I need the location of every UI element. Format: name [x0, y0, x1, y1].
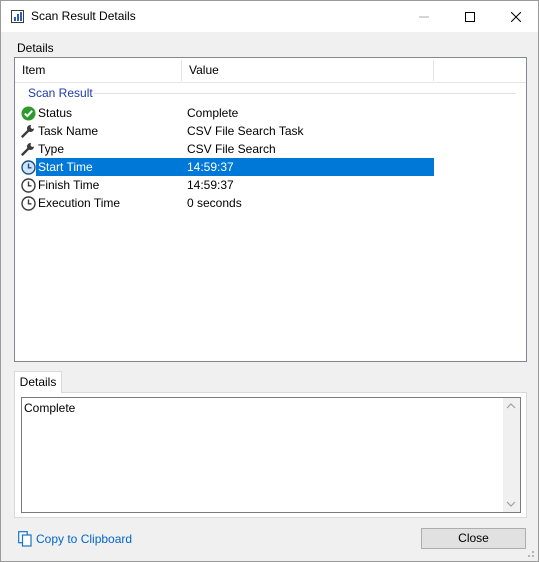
details-tab-panel: Complete	[14, 392, 527, 518]
vertical-scrollbar[interactable]	[503, 398, 520, 512]
app-chart-icon	[11, 10, 24, 23]
check-circle-icon	[20, 105, 36, 121]
table-row[interactable]: Type CSV File Search	[15, 140, 526, 158]
minimize-button[interactable]	[401, 1, 447, 32]
table-row-selected[interactable]: Start Time 14:59:37	[15, 158, 526, 176]
row-item: Status	[38, 106, 73, 120]
row-value: 0 seconds	[187, 196, 242, 210]
close-button[interactable]: Close	[421, 528, 526, 549]
column-header-item[interactable]: Item	[15, 58, 182, 83]
clock-icon	[20, 177, 36, 193]
window-title: Scan Result Details	[31, 9, 136, 23]
clock-icon	[20, 195, 36, 211]
maximize-button[interactable]	[447, 1, 493, 32]
wrench-icon	[20, 141, 36, 157]
copy-icon	[18, 531, 32, 547]
row-value: Complete	[187, 106, 239, 120]
table-row[interactable]: Task Name CSV File Search Task	[15, 122, 526, 140]
copy-to-clipboard-link[interactable]: Copy to Clipboard	[18, 530, 132, 548]
row-value: CSV File Search	[187, 142, 276, 156]
row-item: Start Time	[38, 160, 93, 174]
scan-result-list[interactable]: Item Value Scan Result Status Complete T…	[14, 57, 527, 362]
group-header-scan-result[interactable]: Scan Result	[28, 86, 93, 100]
row-item: Execution Time	[38, 196, 121, 210]
clock-icon	[20, 159, 36, 175]
column-header-empty	[434, 58, 526, 83]
row-item: Task Name	[38, 124, 99, 138]
wrench-icon	[20, 123, 36, 139]
copy-to-clipboard-label[interactable]: Copy to Clipboard	[36, 532, 132, 546]
scroll-down-arrow-icon[interactable]	[506, 501, 516, 507]
close-icon	[511, 11, 521, 22]
row-value: CSV File Search Task	[187, 124, 304, 138]
scroll-up-arrow-icon[interactable]	[506, 403, 516, 409]
details-textarea[interactable]: Complete	[21, 397, 521, 513]
table-row[interactable]: Status Complete	[15, 104, 526, 122]
row-value: 14:59:37	[187, 178, 234, 192]
scan-result-details-window: Scan Result Details Details Item Value S…	[0, 0, 539, 562]
maximize-icon	[465, 11, 475, 22]
details-group-label: Details	[17, 41, 54, 55]
close-window-button[interactable]	[493, 1, 539, 32]
list-header: Item Value	[15, 58, 526, 83]
column-header-value[interactable]: Value	[182, 58, 434, 83]
table-row[interactable]: Execution Time 0 seconds	[15, 194, 526, 212]
resize-grip-icon[interactable]	[525, 548, 535, 558]
row-item: Type	[38, 142, 65, 156]
row-item: Finish Time	[38, 178, 100, 192]
row-value: 14:59:37	[187, 160, 234, 174]
minimize-icon	[419, 16, 429, 17]
tab-details[interactable]: Details	[14, 371, 62, 393]
group-divider	[93, 93, 516, 94]
details-text: Complete	[24, 401, 76, 415]
title-bar[interactable]: Scan Result Details	[1, 1, 538, 32]
table-row[interactable]: Finish Time 14:59:37	[15, 176, 526, 194]
